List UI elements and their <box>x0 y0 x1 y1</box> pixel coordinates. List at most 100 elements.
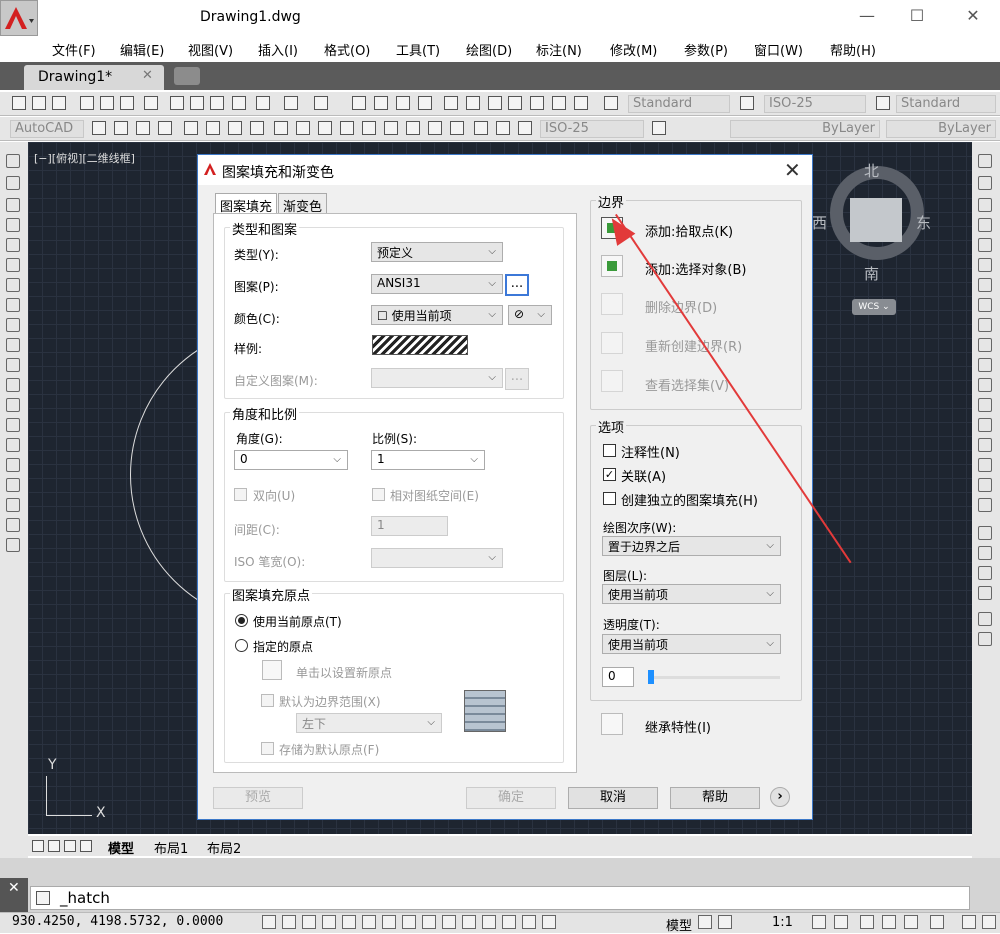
mirror-icon[interactable] <box>978 198 992 212</box>
ordinate-dim-icon[interactable] <box>158 121 172 135</box>
quick-properties-icon[interactable] <box>502 915 516 929</box>
viewport-label[interactable]: [−][俯视][二维线框] <box>34 150 135 166</box>
scale-select[interactable]: 1 ⌵ <box>371 450 485 470</box>
menu-file[interactable]: 文件(F) <box>52 40 96 59</box>
quick-view-layouts-icon[interactable] <box>698 915 712 929</box>
add-pick-points-button[interactable]: 添加:拾取点(K) <box>645 221 733 240</box>
otrack-icon[interactable] <box>402 915 416 929</box>
multiline-text-icon[interactable] <box>6 518 20 532</box>
recreate-boundary-button[interactable]: 重新创建边界(R) <box>645 336 742 355</box>
next-layout-icon[interactable] <box>64 840 76 852</box>
zoom-window-icon[interactable] <box>396 96 410 110</box>
compass-north[interactable]: 北 <box>864 160 879 181</box>
annotative-checkbox[interactable] <box>603 444 616 457</box>
sheet-set-icon[interactable] <box>508 96 522 110</box>
ellipse-arc-icon[interactable] <box>6 358 20 372</box>
extent-position-select[interactable]: 左下 ⌵ <box>296 713 442 733</box>
command-input[interactable] <box>30 886 970 910</box>
ellipse-icon[interactable] <box>6 338 20 352</box>
menu-tools[interactable]: 工具(T) <box>396 40 440 59</box>
copy-object-icon[interactable] <box>978 176 992 190</box>
layout-tab-1[interactable]: 布局1 <box>154 838 188 857</box>
minimize-button[interactable]: — <box>852 6 882 28</box>
region-icon[interactable] <box>6 478 20 492</box>
double-checkbox[interactable] <box>234 488 247 501</box>
angle-select[interactable]: 0 ⌵ <box>234 450 348 470</box>
viewcube-top-face[interactable] <box>850 198 902 242</box>
store-default-origin-checkbox[interactable] <box>261 742 274 755</box>
aligned-dim-icon[interactable] <box>114 121 128 135</box>
brush-icon[interactable] <box>256 96 270 110</box>
bring-above-icon[interactable] <box>978 586 992 600</box>
draw-order-icon[interactable] <box>978 526 992 540</box>
custom-pattern-select[interactable]: ⌵ <box>371 368 503 388</box>
send-back-icon[interactable] <box>978 566 992 580</box>
transparency-slider-track[interactable] <box>648 676 780 679</box>
linear-dim-icon[interactable] <box>92 121 106 135</box>
workspace-select[interactable]: AutoCAD <box>10 120 84 138</box>
select-objects-icon[interactable] <box>601 255 623 277</box>
match-properties-icon[interactable] <box>232 96 246 110</box>
point-icon[interactable] <box>6 418 20 432</box>
maximize-button[interactable]: ☐ <box>902 6 932 28</box>
explode-icon[interactable] <box>978 498 992 512</box>
break-icon[interactable] <box>978 398 992 412</box>
menu-draw[interactable]: 绘图(D) <box>466 40 512 59</box>
array-icon[interactable] <box>978 238 992 252</box>
3d-osnap-icon[interactable] <box>382 915 396 929</box>
snap-icon[interactable] <box>282 915 296 929</box>
table-style-select[interactable]: Standard <box>896 95 996 113</box>
new-file-icon[interactable] <box>12 96 26 110</box>
cut-icon[interactable] <box>170 96 184 110</box>
move-icon[interactable] <box>978 258 992 272</box>
jogged-linear-icon[interactable] <box>450 121 464 135</box>
menu-dimension[interactable]: 标注(N) <box>536 40 582 59</box>
command-prompt-icon[interactable] <box>36 891 50 905</box>
osnap-icon[interactable] <box>362 915 376 929</box>
annotation-visibility-icon[interactable] <box>812 915 826 929</box>
set-origin-icon[interactable] <box>262 660 282 680</box>
menu-insert[interactable]: 插入(I) <box>258 40 298 59</box>
pattern-select[interactable]: ANSI31 ⌵ <box>371 274 503 294</box>
ducs-icon[interactable] <box>422 915 436 929</box>
infer-constraints-icon[interactable] <box>262 915 276 929</box>
view-selections-icon[interactable] <box>601 370 623 392</box>
background-color-select[interactable]: ⊘ ⌵ <box>508 305 552 325</box>
text-front-icon[interactable] <box>978 612 992 626</box>
paste-icon[interactable] <box>210 96 224 110</box>
erase-icon[interactable] <box>978 154 992 168</box>
auto-scale-icon[interactable] <box>834 915 848 929</box>
menu-window[interactable]: 窗口(W) <box>754 40 803 59</box>
spline-icon[interactable] <box>6 318 20 332</box>
angular-dim-icon[interactable] <box>250 121 264 135</box>
dim-text-edit-icon[interactable] <box>496 121 510 135</box>
close-button[interactable]: ✕ <box>958 6 988 28</box>
lineweight-icon[interactable] <box>462 915 476 929</box>
rotate-icon[interactable] <box>978 278 992 292</box>
transparency-value-input[interactable]: 0 <box>602 667 634 687</box>
new-tab-icon[interactable] <box>174 67 200 85</box>
lock-icon[interactable] <box>882 915 896 929</box>
continue-dim-icon[interactable] <box>318 121 332 135</box>
dialog-close-button[interactable]: ✕ <box>784 158 801 182</box>
open-file-icon[interactable] <box>32 96 46 110</box>
isolate-objects-icon[interactable] <box>930 915 944 929</box>
transparency-icon[interactable] <box>482 915 496 929</box>
design-center-icon[interactable] <box>466 96 480 110</box>
copy-icon[interactable] <box>190 96 204 110</box>
tolerance-icon[interactable] <box>384 121 398 135</box>
arc-length-icon[interactable] <box>136 121 150 135</box>
blend-icon[interactable] <box>978 478 992 492</box>
tab-hatch[interactable]: 图案填充 <box>215 193 278 215</box>
extend-icon[interactable] <box>978 358 992 372</box>
dim-edit-icon[interactable] <box>474 121 488 135</box>
type-select[interactable]: 预定义 ⌵ <box>371 242 503 262</box>
text-style-select[interactable]: Standard <box>628 95 730 113</box>
polyline-icon[interactable] <box>6 198 20 212</box>
scale-icon[interactable] <box>978 298 992 312</box>
inspection-icon[interactable] <box>428 121 442 135</box>
autocad-logo-icon[interactable] <box>0 0 38 36</box>
menu-parametric[interactable]: 参数(P) <box>684 40 728 59</box>
model-space-label[interactable]: 模型 <box>666 915 692 934</box>
insert-block-icon[interactable] <box>6 378 20 392</box>
